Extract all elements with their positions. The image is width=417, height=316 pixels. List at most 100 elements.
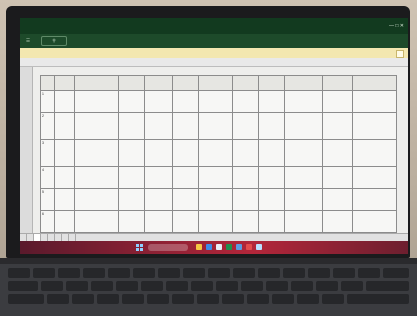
laptop-screen: — □ ✕ ☰ ⚲ 1 2 3 4 5 6	[20, 18, 408, 254]
table-cell[interactable]	[258, 188, 285, 211]
table-cell[interactable]	[352, 188, 397, 211]
start-icon[interactable]	[136, 244, 143, 251]
table-cell[interactable]	[74, 139, 119, 167]
keyboard-key	[8, 281, 38, 291]
table-cell[interactable]	[144, 188, 173, 211]
table-cell[interactable]	[322, 139, 353, 167]
table-cell[interactable]	[74, 166, 119, 189]
table-cell[interactable]	[172, 112, 199, 140]
window-controls[interactable]: — □ ✕	[389, 18, 404, 34]
table-cell[interactable]	[322, 90, 353, 113]
ribbon-search-input[interactable]: ⚲	[41, 36, 67, 46]
table-cell[interactable]	[118, 166, 145, 189]
table-cell[interactable]	[54, 188, 75, 211]
table-cell[interactable]	[258, 139, 285, 167]
table-cell[interactable]	[232, 188, 259, 211]
table-cell[interactable]	[322, 166, 353, 189]
table-cell[interactable]	[118, 90, 145, 113]
table-cell[interactable]	[352, 166, 397, 189]
table-cell[interactable]	[172, 90, 199, 113]
table-cell[interactable]	[284, 188, 323, 211]
table-cell[interactable]	[172, 210, 199, 233]
table-cell[interactable]	[352, 112, 397, 140]
table-cell[interactable]	[198, 210, 233, 233]
table-cell[interactable]	[54, 90, 75, 113]
column-header	[54, 75, 75, 91]
table-cell[interactable]	[232, 90, 259, 113]
formula-bar[interactable]	[20, 58, 408, 67]
table-cell[interactable]	[198, 139, 233, 167]
table-cell[interactable]	[322, 210, 353, 233]
column-header	[198, 75, 233, 91]
table-cell[interactable]	[144, 210, 173, 233]
enable-editing-button[interactable]	[396, 50, 404, 58]
keyboard-key	[347, 294, 409, 304]
table-cell[interactable]	[352, 139, 397, 167]
table-cell[interactable]	[232, 139, 259, 167]
table-cell[interactable]: 2	[40, 112, 55, 140]
mail-icon[interactable]	[216, 244, 222, 250]
table-cell[interactable]	[284, 166, 323, 189]
table-cell[interactable]: 4	[40, 166, 55, 189]
table-cell[interactable]	[232, 210, 259, 233]
table-cell[interactable]	[144, 166, 173, 189]
keyboard-key	[247, 294, 269, 304]
table-cell[interactable]	[258, 166, 285, 189]
spreadsheet-area[interactable]: 123456	[20, 67, 408, 233]
table-cell[interactable]	[258, 90, 285, 113]
protected-view-bar	[20, 48, 408, 58]
table-cell[interactable]	[198, 112, 233, 140]
keyboard-key	[66, 281, 88, 291]
table-cell[interactable]	[232, 166, 259, 189]
table-cell[interactable]	[322, 188, 353, 211]
table-cell[interactable]	[198, 188, 233, 211]
table-row: 3	[40, 139, 397, 167]
table-cell[interactable]	[284, 139, 323, 167]
table-cell[interactable]	[258, 210, 285, 233]
keyboard-key	[147, 294, 169, 304]
table-cell[interactable]	[352, 90, 397, 113]
store-icon[interactable]	[236, 244, 242, 250]
column-header	[352, 75, 397, 91]
table-cell[interactable]	[118, 210, 145, 233]
table-cell[interactable]	[284, 210, 323, 233]
table-cell[interactable]	[352, 210, 397, 233]
ribbon-tab[interactable]: ☰	[26, 38, 30, 43]
table-cell[interactable]: 6	[40, 210, 55, 233]
table-cell[interactable]: 5	[40, 188, 55, 211]
table-cell[interactable]	[322, 112, 353, 140]
taskbar-app-icon[interactable]	[256, 244, 262, 250]
table-cell[interactable]	[54, 210, 75, 233]
table-cell[interactable]	[54, 139, 75, 167]
table-cell[interactable]	[284, 112, 323, 140]
taskbar-app-icon[interactable]	[246, 244, 252, 250]
table-cell[interactable]	[198, 166, 233, 189]
table-cell[interactable]	[54, 166, 75, 189]
keyboard-key	[316, 281, 338, 291]
table-cell[interactable]	[74, 210, 119, 233]
table-cell[interactable]	[118, 188, 145, 211]
table-cell[interactable]	[258, 112, 285, 140]
table-cell[interactable]	[172, 139, 199, 167]
table-cell[interactable]	[74, 112, 119, 140]
table-cell[interactable]	[172, 166, 199, 189]
table-cell[interactable]	[284, 90, 323, 113]
table-cell[interactable]	[144, 112, 173, 140]
table-cell[interactable]	[118, 112, 145, 140]
row-header-column	[20, 67, 33, 233]
taskbar-search-input[interactable]	[148, 244, 188, 251]
table-cell[interactable]	[74, 90, 119, 113]
table-cell[interactable]	[74, 188, 119, 211]
table-cell[interactable]: 1	[40, 90, 55, 113]
table-cell[interactable]	[118, 139, 145, 167]
table-cell[interactable]	[144, 90, 173, 113]
table-cell[interactable]	[144, 139, 173, 167]
table-cell[interactable]	[198, 90, 233, 113]
table-cell[interactable]	[232, 112, 259, 140]
excel-icon[interactable]	[226, 244, 232, 250]
table-cell[interactable]	[54, 112, 75, 140]
table-cell[interactable]: 3	[40, 139, 55, 167]
file-explorer-icon[interactable]	[196, 244, 202, 250]
browser-icon[interactable]	[206, 244, 212, 250]
table-cell[interactable]	[172, 188, 199, 211]
